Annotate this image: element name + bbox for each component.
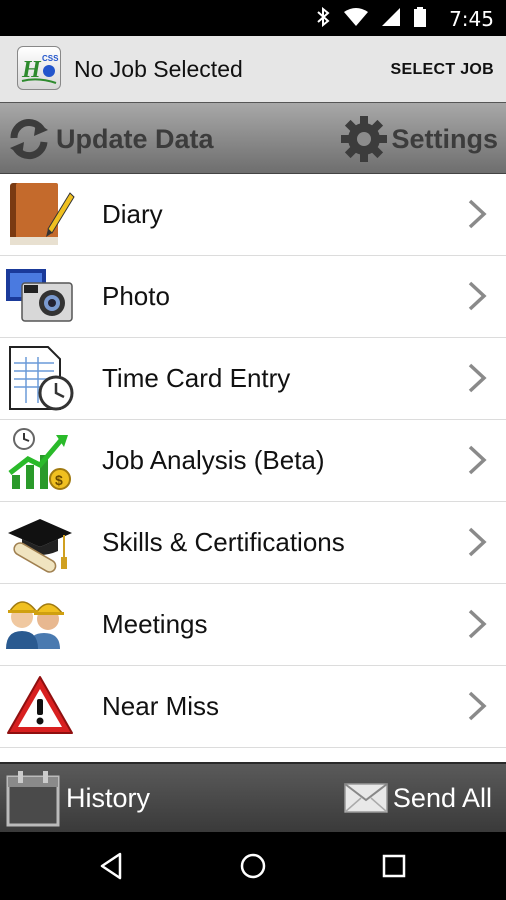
- update-data-button[interactable]: Update Data: [6, 103, 214, 175]
- gear-icon: [341, 116, 388, 162]
- back-icon[interactable]: [96, 850, 128, 882]
- history-label: History: [66, 782, 151, 813]
- bluetooth-icon: [317, 7, 330, 27]
- menu-item-diary[interactable]: Diary: [0, 174, 506, 256]
- menu-item-skills-certifications[interactable]: Skills & Certifications: [0, 502, 506, 584]
- chevron-right-icon: [468, 527, 487, 557]
- menu-item-near-miss[interactable]: Near Miss: [0, 666, 506, 748]
- warning-icon: [7, 676, 73, 734]
- chevron-right-icon: [468, 691, 487, 721]
- signal-icon: [382, 8, 400, 26]
- send-all-label: Send All: [392, 782, 492, 813]
- menu-item-label: Job Analysis (Beta): [102, 445, 325, 475]
- app-logo: H CSS: [17, 46, 61, 90]
- meeting-people-icon: [6, 601, 64, 649]
- menu-item-label: Skills & Certifications: [102, 527, 345, 557]
- history-button[interactable]: History: [6, 764, 150, 832]
- chevron-right-icon: [468, 199, 487, 229]
- settings-label: Settings: [391, 123, 498, 154]
- battery-icon: [414, 7, 426, 27]
- home-icon[interactable]: [237, 850, 269, 882]
- chevron-right-icon: [468, 281, 487, 311]
- chevron-right-icon: [468, 445, 487, 475]
- timecard-icon: [9, 346, 74, 411]
- menu-item-label: Meetings: [102, 609, 208, 639]
- app-header: H CSS No Job Selected SELECT JOB: [0, 36, 506, 103]
- chevron-right-icon: [468, 363, 487, 393]
- envelope-icon: [344, 783, 388, 813]
- select-job-button[interactable]: SELECT JOB: [391, 61, 494, 79]
- menu-item-label: Near Miss: [102, 691, 220, 721]
- chevron-right-icon: [468, 609, 487, 639]
- svg-text:$: $: [55, 472, 63, 488]
- menu-item-label: Photo: [102, 281, 170, 311]
- update-data-label: Update Data: [56, 123, 214, 154]
- status-icons: [316, 7, 426, 27]
- system-nav-bar: [0, 832, 506, 900]
- menu-list: Diary Photo Time Card Entry $ Job Analys…: [0, 174, 506, 748]
- calendar-icon: [6, 771, 60, 827]
- menu-item-time-card-entry[interactable]: Time Card Entry: [0, 338, 506, 420]
- menu-item-photo[interactable]: Photo: [0, 256, 506, 338]
- wifi-icon: [344, 8, 368, 26]
- status-time: 7:45: [449, 7, 494, 31]
- settings-button[interactable]: Settings: [339, 103, 498, 175]
- bottom-action-bar: History Send All: [0, 762, 506, 832]
- menu-item-label: Diary: [102, 199, 163, 229]
- camera-icon: [6, 269, 73, 322]
- diary-icon: [10, 183, 75, 245]
- top-toolbar: Update Data Settings: [0, 102, 506, 174]
- graduation-cap-icon: [8, 519, 72, 573]
- svg-text:CSS: CSS: [42, 54, 59, 63]
- menu-item-meetings[interactable]: Meetings: [0, 584, 506, 666]
- status-bar: 7:45: [0, 0, 506, 36]
- send-all-button[interactable]: Send All: [343, 764, 492, 832]
- job-analysis-icon: $: [8, 428, 71, 490]
- job-title: No Job Selected: [74, 56, 243, 82]
- menu-item-label: Time Card Entry: [102, 363, 291, 393]
- refresh-icon: [10, 118, 48, 160]
- menu-item-job-analysis[interactable]: $ Job Analysis (Beta): [0, 420, 506, 502]
- recents-icon[interactable]: [378, 850, 410, 882]
